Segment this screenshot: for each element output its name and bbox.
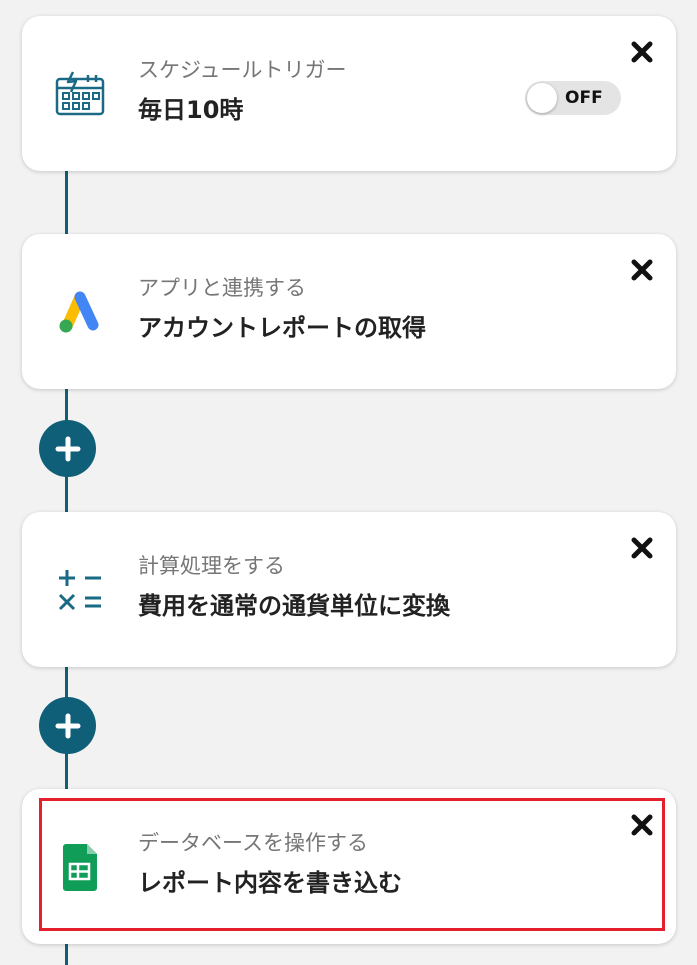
google-sheets-icon xyxy=(54,841,106,893)
connector-line xyxy=(65,943,68,965)
step-subtitle: 計算処理をする xyxy=(138,554,285,578)
step-card-database[interactable]: データベースを操作する レポート内容を書き込む xyxy=(22,789,676,944)
close-icon[interactable] xyxy=(630,258,654,282)
step-subtitle: スケジュールトリガー xyxy=(138,58,347,82)
toggle-knob xyxy=(527,83,557,113)
close-icon[interactable] xyxy=(630,813,654,837)
close-icon[interactable] xyxy=(630,536,654,560)
step-card-app-connection[interactable]: アプリと連携する アカウントレポートの取得 xyxy=(22,234,676,389)
step-subtitle: アプリと連携する xyxy=(138,276,306,300)
step-title: アカウントレポートの取得 xyxy=(138,314,426,342)
step-card-calculation[interactable]: 計算処理をする 費用を通常の通貨単位に変換 xyxy=(22,512,676,667)
trigger-toggle[interactable]: OFF xyxy=(525,81,621,115)
calculator-operators-icon xyxy=(54,564,106,616)
plus-icon xyxy=(55,436,80,461)
workflow-canvas: スケジュールトリガー 毎日10時 OFF アプリと連携する アカウントレポートの… xyxy=(0,0,697,965)
add-step-button[interactable] xyxy=(39,697,96,754)
add-step-button[interactable] xyxy=(39,420,96,477)
calendar-lightning-icon xyxy=(54,68,106,120)
close-icon[interactable] xyxy=(630,40,654,64)
plus-icon xyxy=(55,713,80,738)
step-card-schedule-trigger[interactable]: スケジュールトリガー 毎日10時 OFF xyxy=(22,16,676,171)
google-ads-icon xyxy=(54,286,106,338)
step-title: レポート内容を書き込む xyxy=(138,869,402,897)
step-title: 毎日10時 xyxy=(138,96,244,124)
toggle-label: OFF xyxy=(565,88,603,108)
step-subtitle: データベースを操作する xyxy=(138,831,368,855)
step-title: 費用を通常の通貨単位に変換 xyxy=(138,592,450,620)
connector-line xyxy=(65,170,68,234)
